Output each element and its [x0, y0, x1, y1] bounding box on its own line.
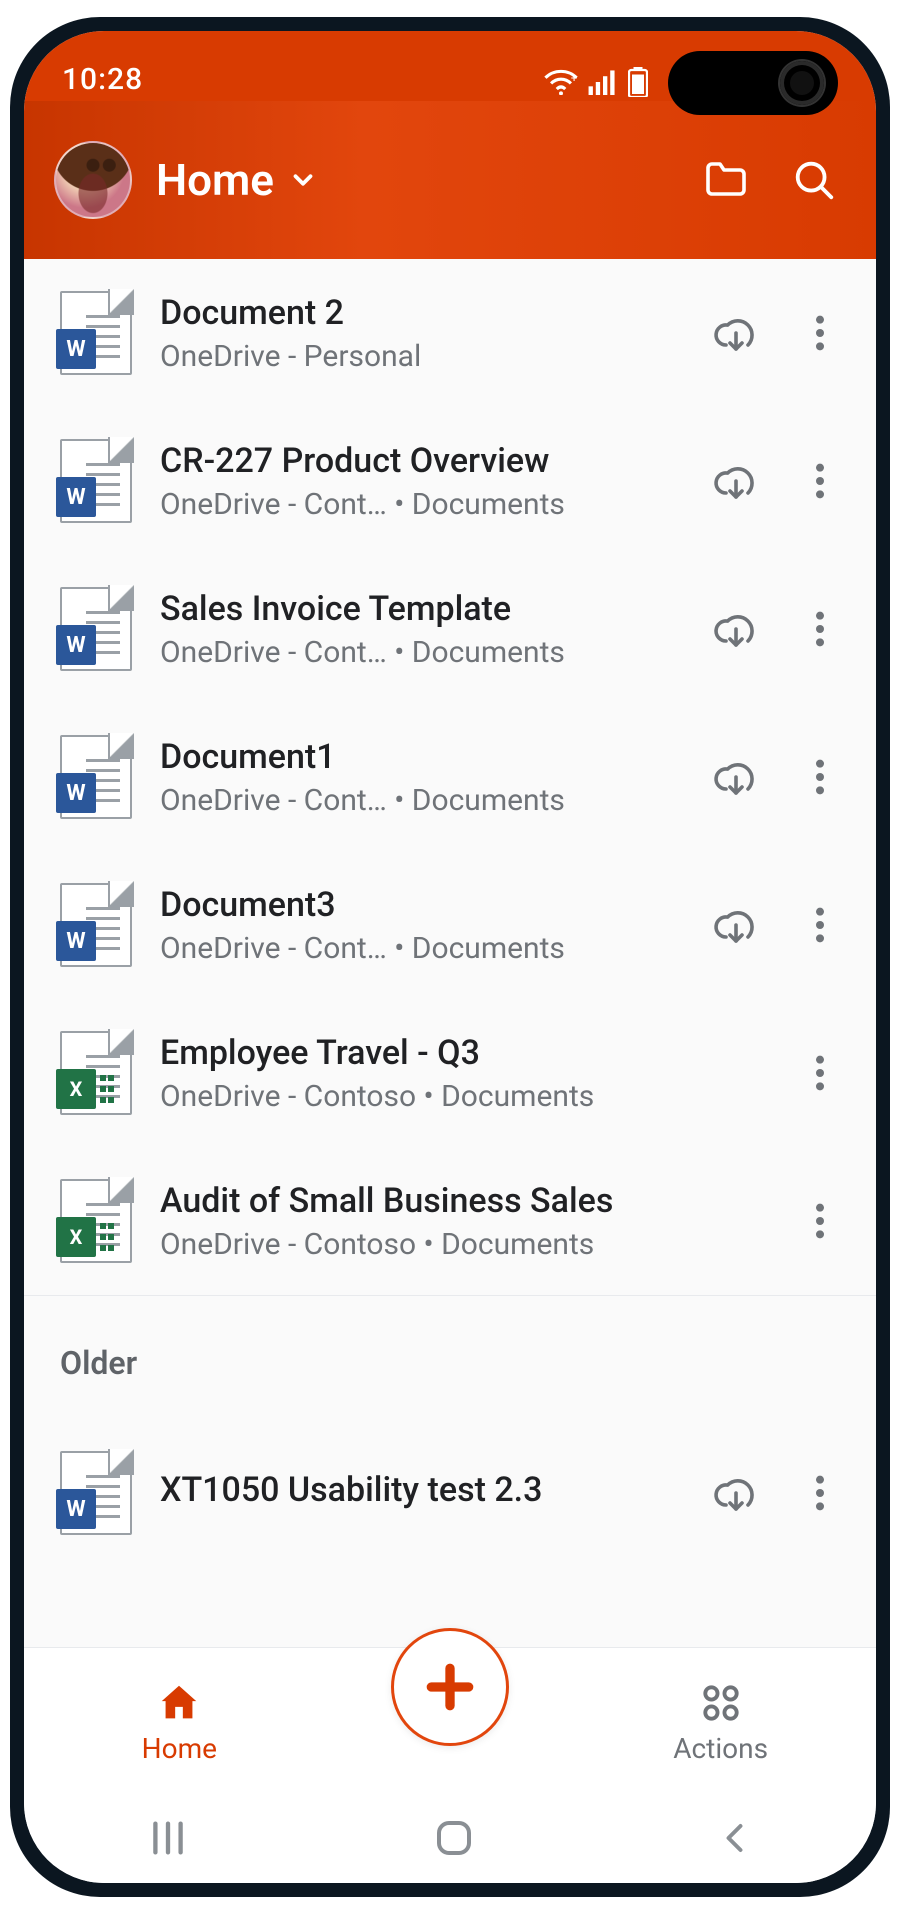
signal-icon: [588, 69, 618, 95]
file-row[interactable]: W Sales Invoice Template OneDrive - Cont…: [24, 555, 876, 703]
file-row[interactable]: W CR-227 Product Overview OneDrive - Con…: [24, 407, 876, 555]
word-file-icon: W: [60, 587, 132, 671]
file-location: OneDrive - Contoso • Documents: [160, 1079, 680, 1114]
folder-icon: [702, 156, 750, 204]
more-vertical-icon: [806, 1201, 834, 1241]
file-location: OneDrive - Cont… • Documents: [160, 931, 680, 966]
more-vertical-icon: [806, 461, 834, 501]
back-icon: [718, 1820, 754, 1856]
header-title-dropdown[interactable]: Home: [156, 154, 318, 206]
section-older: Older: [24, 1295, 876, 1406]
home-icon: [156, 1680, 202, 1726]
file-location: OneDrive - Contoso • Documents: [160, 1227, 680, 1262]
excel-file-icon: X: [60, 1179, 132, 1263]
download-button[interactable]: [708, 601, 764, 657]
cloud-download-icon: [712, 901, 760, 949]
nav-actions-label: Actions: [673, 1732, 768, 1765]
file-row[interactable]: W XT1050 Usability test 2.3: [24, 1406, 876, 1554]
cloud-download-icon: [712, 753, 760, 801]
word-file-icon: W: [60, 291, 132, 375]
word-file-icon: W: [60, 883, 132, 967]
chevron-down-icon: [288, 165, 318, 195]
system-nav: [24, 1797, 876, 1883]
nav-home-label: Home: [142, 1732, 217, 1765]
more-button[interactable]: [792, 453, 848, 509]
file-title: Employee Travel - Q3: [160, 1033, 680, 1073]
file-row[interactable]: W Document1 OneDrive - Cont… • Documents: [24, 703, 876, 851]
file-row[interactable]: W Document3 OneDrive - Cont… • Documents: [24, 851, 876, 999]
fab-new[interactable]: [391, 1628, 509, 1746]
file-title: CR-227 Product Overview: [160, 441, 680, 481]
download-button[interactable]: [708, 897, 764, 953]
file-title: Document 2: [160, 293, 680, 333]
more-vertical-icon: [806, 313, 834, 353]
download-button[interactable]: [708, 305, 764, 361]
more-vertical-icon: [806, 905, 834, 945]
file-title: Document1: [160, 737, 680, 777]
more-button[interactable]: [792, 305, 848, 361]
cloud-download-icon: [712, 1469, 760, 1517]
home-soft-icon: [434, 1818, 474, 1858]
more-button[interactable]: [792, 1193, 848, 1249]
file-location: OneDrive - Personal: [160, 339, 680, 374]
search-button[interactable]: [782, 148, 846, 212]
more-button[interactable]: [792, 601, 848, 657]
cloud-download-icon: [712, 605, 760, 653]
file-title: Document3: [160, 885, 680, 925]
file-location: OneDrive - Cont… • Documents: [160, 635, 680, 670]
svg-text:+: +: [571, 71, 577, 85]
camera-lens-icon: [780, 61, 824, 105]
more-vertical-icon: [806, 1053, 834, 1093]
wifi-icon: +: [544, 69, 578, 95]
actions-icon: [698, 1680, 744, 1726]
more-button[interactable]: [792, 897, 848, 953]
word-file-icon: W: [60, 735, 132, 819]
home-button[interactable]: [434, 1818, 474, 1862]
status-time: 10:28: [62, 62, 143, 97]
recents-icon: [146, 1820, 190, 1856]
plus-icon: [422, 1659, 478, 1715]
download-button[interactable]: [708, 453, 764, 509]
word-file-icon: W: [60, 439, 132, 523]
file-row[interactable]: W Document 2 OneDrive - Personal: [24, 259, 876, 407]
cloud-download-icon: [712, 457, 760, 505]
back-button[interactable]: [718, 1820, 754, 1860]
folder-button[interactable]: [694, 148, 758, 212]
file-title: XT1050 Usability test 2.3: [160, 1470, 680, 1510]
more-vertical-icon: [806, 1473, 834, 1513]
bottom-nav: Home Actions: [24, 1647, 876, 1797]
header-title-text: Home: [156, 154, 274, 206]
app-header: Home: [24, 101, 876, 259]
download-button[interactable]: [708, 749, 764, 805]
word-file-icon: W: [60, 1451, 132, 1535]
excel-file-icon: X: [60, 1031, 132, 1115]
download-button[interactable]: [708, 1465, 764, 1521]
battery-icon: [628, 67, 648, 97]
phone-screen: 10:28 + Home W: [24, 31, 876, 1883]
file-location: OneDrive - Cont… • Documents: [160, 487, 680, 522]
file-row[interactable]: X Audit of Small Business Sales OneDrive…: [24, 1147, 876, 1295]
file-location: OneDrive - Cont… • Documents: [160, 783, 680, 818]
recents-button[interactable]: [146, 1820, 190, 1860]
more-button[interactable]: [792, 749, 848, 805]
file-title: Audit of Small Business Sales: [160, 1181, 680, 1221]
cloud-download-icon: [712, 309, 760, 357]
search-icon: [791, 157, 837, 203]
camera-cutout: [668, 51, 838, 115]
nav-actions[interactable]: Actions: [621, 1680, 821, 1765]
file-list[interactable]: W Document 2 OneDrive - Personal W CR-22…: [24, 259, 876, 1647]
nav-home[interactable]: Home: [79, 1680, 279, 1765]
more-button[interactable]: [792, 1045, 848, 1101]
file-title: Sales Invoice Template: [160, 589, 680, 629]
file-row[interactable]: X Employee Travel - Q3 OneDrive - Contos…: [24, 999, 876, 1147]
avatar[interactable]: [54, 141, 132, 219]
more-button[interactable]: [792, 1465, 848, 1521]
phone-frame: 10:28 + Home W: [10, 17, 890, 1897]
more-vertical-icon: [806, 757, 834, 797]
more-vertical-icon: [806, 609, 834, 649]
